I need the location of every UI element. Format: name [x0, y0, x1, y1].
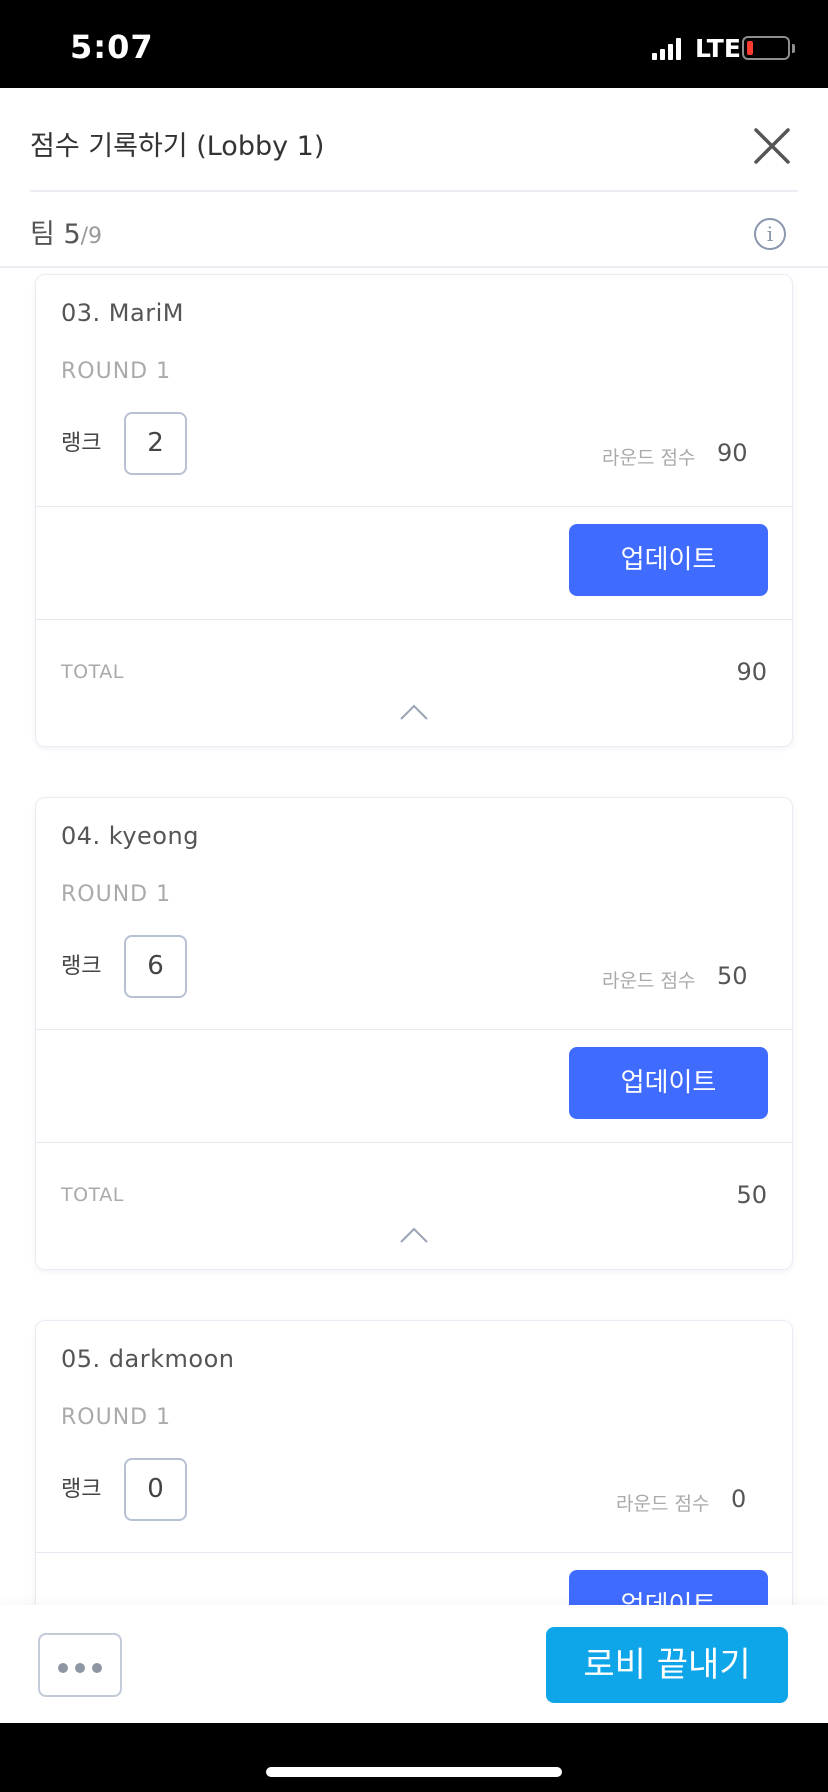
status-time: 5:07 — [70, 28, 154, 66]
more-button[interactable] — [38, 1633, 122, 1697]
chevron-up-icon[interactable] — [399, 703, 429, 721]
card-divider — [36, 619, 792, 620]
player-score-list[interactable]: 03. MariM ROUND 1 랭크 2 라운드 점수 90 업데이트 TO… — [0, 270, 828, 1605]
team-current: 5 — [63, 219, 81, 250]
modal-header: 점수 기록하기 (Lobby 1) — [0, 88, 828, 192]
round-label: ROUND 1 — [61, 882, 172, 907]
player-card: 05. darkmoon ROUND 1 랭크 0 라운드 점수 0 업데이트 — [35, 1320, 793, 1605]
round-score-label: 라운드 점수 — [616, 1493, 710, 1515]
update-button[interactable]: 업데이트 — [569, 524, 768, 596]
rank-label: 랭크 — [61, 1477, 102, 1502]
round-score-value: 90 — [717, 439, 748, 467]
card-divider — [36, 1552, 792, 1553]
player-name: 03. MariM — [61, 299, 184, 327]
rank-input[interactable]: 2 — [124, 412, 187, 475]
chevron-up-icon[interactable] — [399, 1226, 429, 1244]
close-icon[interactable] — [752, 126, 792, 166]
info-icon[interactable]: i — [754, 218, 786, 250]
card-divider — [36, 1029, 792, 1030]
rank-label: 랭크 — [61, 431, 102, 456]
total-label: TOTAL — [61, 661, 124, 683]
player-card: 03. MariM ROUND 1 랭크 2 라운드 점수 90 업데이트 TO… — [35, 274, 793, 747]
total-label: TOTAL — [61, 1184, 124, 1206]
total-value: 50 — [736, 1181, 767, 1209]
rank-input[interactable]: 6 — [124, 935, 187, 998]
round-label: ROUND 1 — [61, 359, 172, 384]
round-label: ROUND 1 — [61, 1405, 172, 1430]
player-name: 05. darkmoon — [61, 1345, 235, 1373]
battery-icon — [742, 36, 790, 60]
round-score-label: 라운드 점수 — [602, 447, 696, 469]
card-divider — [36, 1142, 792, 1143]
update-button[interactable]: 업데이트 — [569, 1570, 768, 1605]
card-divider — [36, 506, 792, 507]
round-score-label: 라운드 점수 — [602, 970, 696, 992]
player-card: 04. kyeong ROUND 1 랭크 6 라운드 점수 50 업데이트 T… — [35, 797, 793, 1270]
home-indicator-area — [0, 1723, 828, 1792]
update-button[interactable]: 업데이트 — [569, 1047, 768, 1119]
team-counter: 팀 5/9 — [30, 212, 102, 251]
rank-label: 랭크 — [61, 954, 102, 979]
rank-input[interactable]: 0 — [124, 1458, 187, 1521]
home-indicator[interactable] — [266, 1767, 562, 1777]
end-lobby-button[interactable]: 로비 끝내기 — [546, 1627, 788, 1703]
round-score-value: 50 — [717, 962, 748, 990]
signal-icon — [652, 38, 682, 60]
player-name: 04. kyeong — [61, 822, 199, 850]
more-icon — [58, 1663, 68, 1673]
total-value: 90 — [736, 658, 767, 686]
team-label: 팀 — [30, 219, 55, 250]
bottom-action-bar: 로비 끝내기 — [0, 1605, 828, 1723]
page-title: 점수 기록하기 (Lobby 1) — [30, 131, 325, 162]
team-row: 팀 5/9 — [0, 192, 828, 268]
network-label: LTE — [695, 34, 741, 63]
team-total: /9 — [80, 224, 103, 249]
status-bar: 5:07 LTE — [0, 0, 828, 88]
round-score-value: 0 — [731, 1485, 747, 1513]
